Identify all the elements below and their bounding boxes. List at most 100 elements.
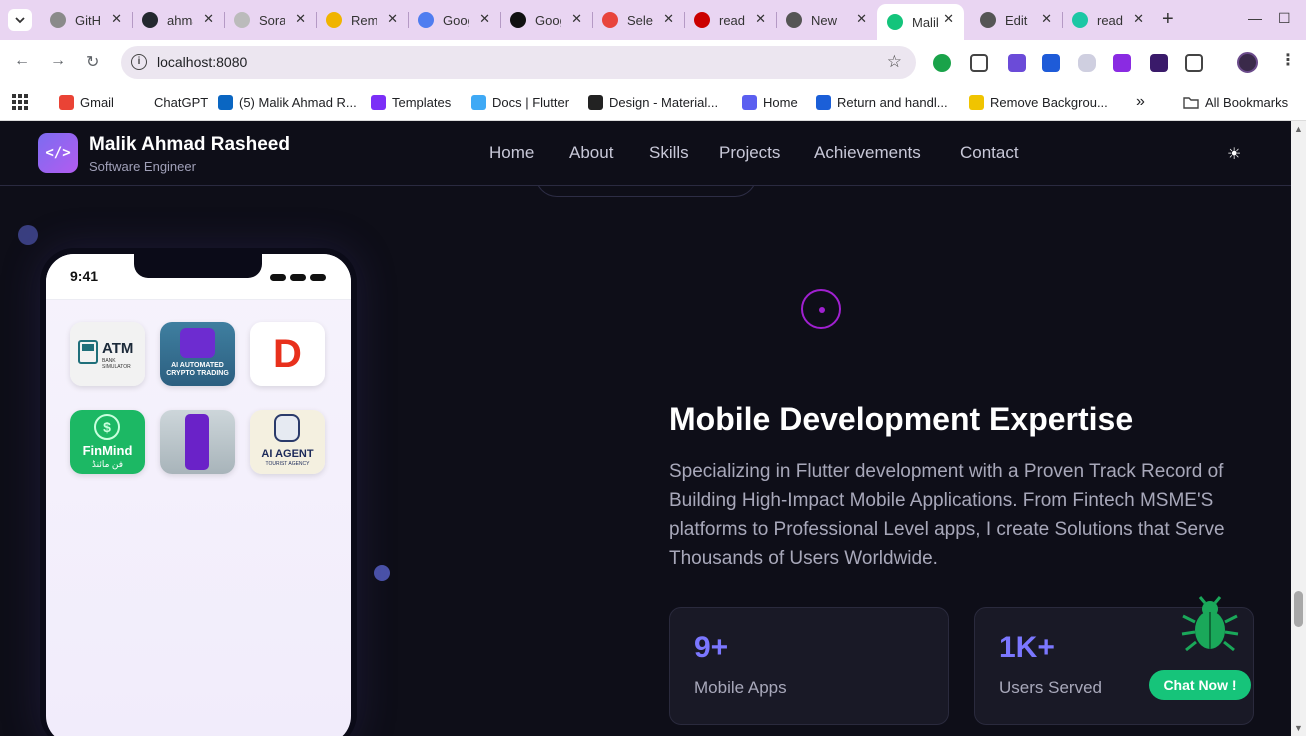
nav-link-contact[interactable]: Contact [960, 143, 1019, 163]
chat-now-button[interactable]: Chat Now ! [1149, 670, 1251, 700]
nav-link-home[interactable]: Home [489, 143, 534, 163]
close-tab-icon[interactable]: ✕ [203, 11, 214, 27]
bookmarks-bar: Gmail ChatGPT (5) Malik Ahmad R... Template… [0, 85, 1306, 121]
browser-tab-strip: GitHub✕ahmad✕Sora✕Remove✕Google✕Google✕S… [0, 0, 1306, 40]
scrollbar-thumb[interactable] [1294, 591, 1303, 627]
nav-link-skills[interactable]: Skills [649, 143, 689, 163]
close-tab-icon[interactable]: ✕ [663, 11, 674, 27]
minimize-button[interactable]: — [1248, 10, 1262, 26]
bookmark-item[interactable]: Docs | Flutter [471, 92, 569, 112]
shield-extension-icon[interactable] [1078, 54, 1096, 72]
browser-tab[interactable]: Sora ✕ [224, 4, 316, 36]
nav-link-about[interactable]: About [569, 143, 613, 163]
app-icon-crypto-trading[interactable]: AI AUTOMATED CRYPTO TRADING [160, 322, 235, 386]
brand-name[interactable]: Malik Ahmad Rasheed [89, 134, 290, 156]
tab-label: readme [1097, 12, 1123, 28]
github-icon [50, 12, 66, 28]
bookmark-star-icon[interactable]: ☆ [887, 52, 902, 72]
bookmark-item[interactable]: (5) Malik Ahmad R... [218, 92, 357, 112]
apps-grid-icon[interactable] [12, 94, 28, 110]
close-tab-icon[interactable]: ✕ [387, 11, 398, 27]
browser-tab[interactable]: New ✕ [776, 4, 877, 36]
browser-tab[interactable]: Select ✕ [592, 4, 684, 36]
extension-icon[interactable] [1113, 54, 1131, 72]
sora-icon [234, 12, 250, 28]
browser-tab[interactable]: Google ✕ [408, 4, 500, 36]
tab-label: Google [535, 12, 561, 28]
github-icon [510, 12, 526, 28]
site-header: </> Malik Ahmad Rasheed Software Enginee… [0, 121, 1291, 186]
extension-icon[interactable] [1042, 54, 1060, 72]
tab-label: Google [443, 12, 469, 28]
bookmark-item[interactable]: ChatGPT [133, 92, 208, 112]
close-tab-icon[interactable]: ✕ [1133, 11, 1144, 27]
close-tab-icon[interactable]: ✕ [856, 11, 867, 27]
app-icon-atm-simulator[interactable]: ATM BANK SIMULATOR [70, 322, 145, 386]
app-icon-ai-agent[interactable]: AI AGENT TOURIST AGENCY [250, 410, 325, 474]
browser-tab[interactable]: readme ✕ [684, 4, 776, 36]
url-text[interactable]: localhost:8080 [157, 54, 247, 70]
bookmark-label: Return and handl... [837, 94, 948, 110]
bookmark-label: Remove Backgrou... [990, 94, 1108, 110]
tab-label: Malik [912, 14, 938, 30]
bookmark-item[interactable]: Home [742, 92, 798, 112]
site-info-icon[interactable]: i [131, 54, 147, 70]
close-tab-icon[interactable]: ✕ [479, 11, 490, 27]
all-bookmarks-button[interactable]: All Bookmarks [1183, 92, 1288, 112]
bookmark-item[interactable]: Design - Material... [588, 92, 718, 112]
browser-tab[interactable]: Google ✕ [500, 4, 592, 36]
theme-toggle-sun-icon[interactable]: ☀ [1227, 144, 1241, 164]
code-logo-icon[interactable]: </> [38, 133, 78, 173]
browser-tab[interactable]: readme ✕ [1062, 4, 1154, 36]
scroll-down-arrow-icon[interactable]: ▼ [1294, 723, 1303, 733]
maximize-button[interactable]: ☐ [1278, 10, 1291, 27]
material-icon [588, 94, 603, 110]
close-tab-icon[interactable]: ✕ [111, 11, 122, 27]
bookmark-item[interactable]: Gmail [59, 92, 114, 112]
extension-icon[interactable] [1150, 54, 1168, 72]
tab-search-button[interactable] [8, 9, 32, 31]
extension-icon[interactable] [1008, 54, 1026, 72]
close-tab-icon[interactable]: ✕ [1041, 11, 1052, 27]
tab-label: GitHub [75, 12, 101, 28]
phone-screen: 9:41 ATM BANK SIMULATOR AI AUTOMATED CRY… [46, 254, 351, 736]
bookmark-label: Home [763, 94, 798, 110]
reload-icon[interactable]: ↻ [86, 52, 99, 72]
decorative-dot [374, 565, 390, 581]
back-icon[interactable]: ← [14, 52, 30, 70]
browser-tab[interactable]: ahmad ✕ [132, 4, 224, 36]
extensions-puzzle-icon[interactable] [1185, 54, 1203, 72]
app-icon-d-logo[interactable]: D [250, 322, 325, 386]
nav-link-achievements[interactable]: Achievements [814, 143, 921, 163]
bug-icon[interactable] [1180, 596, 1240, 656]
forward-icon[interactable]: → [50, 52, 66, 70]
new-tab-button[interactable]: + [1162, 9, 1174, 29]
bookmark-item[interactable]: Templates [371, 92, 451, 112]
bookmark-item[interactable]: Return and handl... [816, 92, 948, 112]
close-tab-icon[interactable]: ✕ [295, 11, 306, 27]
page-scrollbar[interactable]: ▲ ▼ [1291, 121, 1306, 736]
chatgpt-icon [133, 94, 148, 110]
stat-value: 9+ [694, 631, 729, 664]
browser-tab[interactable]: Edit ✕ [970, 4, 1062, 36]
stat-value: 1K+ [999, 631, 1055, 664]
close-tab-icon[interactable]: ✕ [571, 11, 582, 27]
screen-extension-icon[interactable] [970, 54, 988, 72]
close-tab-icon[interactable]: ✕ [943, 11, 954, 27]
bookmark-item[interactable]: Remove Backgrou... [969, 92, 1108, 112]
profile-avatar[interactable] [1237, 52, 1258, 73]
address-bar[interactable]: i localhost:8080 ☆ [121, 46, 916, 79]
bookmark-label: Docs | Flutter [492, 94, 570, 110]
browser-menu-icon[interactable]: ⋮ [1280, 50, 1296, 70]
readme-icon [1072, 12, 1088, 28]
app-icon-finmind[interactable]: $ FinMind فن مائنڈ [70, 410, 145, 474]
grammarly-extension-icon[interactable] [933, 54, 951, 72]
close-tab-icon[interactable]: ✕ [755, 11, 766, 27]
browser-tab[interactable]: Malik ✕ [877, 4, 964, 40]
nav-link-projects[interactable]: Projects [719, 143, 780, 163]
browser-tab[interactable]: GitHub ✕ [40, 4, 132, 36]
browser-tab[interactable]: Remove ✕ [316, 4, 408, 36]
scroll-up-arrow-icon[interactable]: ▲ [1294, 124, 1303, 134]
app-icon-phone-hands[interactable] [160, 410, 235, 474]
more-bookmarks-button[interactable]: » [1136, 92, 1145, 112]
